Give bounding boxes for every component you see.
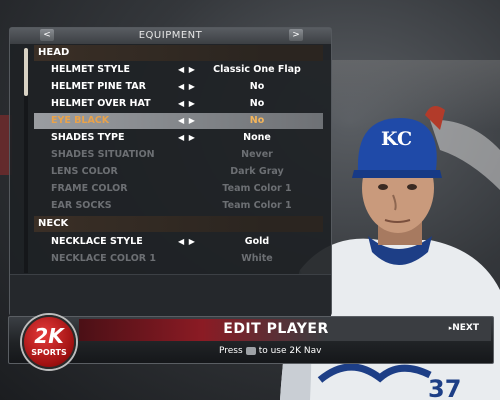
row-helmet-style[interactable]: HELMET STYLE ◀ ▶ Classic One Flap bbox=[34, 62, 323, 78]
row-value: Never bbox=[241, 149, 273, 160]
row-helmet-over-hat[interactable]: HELMET OVER HAT ◀ ▶ No bbox=[34, 96, 323, 112]
jersey-number: 37 bbox=[428, 375, 462, 400]
row-label: HELMET STYLE bbox=[51, 64, 130, 75]
row-helmet-pine-tar[interactable]: HELMET PINE TAR ◀ ▶ No bbox=[34, 79, 323, 95]
bottom-bar: EDIT PLAYER ▸NEXT Press to use 2K Nav bbox=[8, 316, 494, 364]
row-value: None bbox=[243, 132, 271, 143]
row-label: SHADES SITUATION bbox=[51, 149, 155, 160]
row-eye-black[interactable]: EYE BLACK ◀ ▶ No bbox=[34, 113, 323, 129]
scrollbar[interactable] bbox=[24, 48, 28, 273]
logo-sub: SPORTS bbox=[31, 348, 67, 357]
logo-brand: 2K bbox=[34, 324, 64, 348]
row-label: HELMET PINE TAR bbox=[51, 81, 146, 92]
row-label: NECKLACE STYLE bbox=[51, 236, 143, 247]
row-label: EAR SOCKS bbox=[51, 200, 112, 211]
panel-title: EQUIPMENT bbox=[138, 30, 203, 41]
cycle-arrows-icon[interactable]: ◀ ▶ bbox=[178, 96, 196, 112]
panel-footer bbox=[10, 274, 331, 316]
screen-title: EDIT PLAYER bbox=[223, 321, 329, 337]
equipment-panel: < EQUIPMENT > HEAD HELMET STYLE ◀ ▶ Clas… bbox=[9, 27, 332, 316]
next-category-button[interactable]: > bbox=[289, 29, 303, 41]
next-button[interactable]: ▸NEXT bbox=[449, 323, 479, 333]
row-value: Team Color 1 bbox=[222, 200, 292, 211]
hint-prefix: Press bbox=[219, 346, 243, 356]
2k-sports-logo: 2K SPORTS bbox=[22, 315, 76, 369]
row-necklace-style[interactable]: NECKLACE STYLE ◀ ▶ Gold bbox=[34, 234, 323, 250]
nav-hint: Press to use 2K Nav bbox=[219, 346, 321, 356]
cycle-arrows-icon[interactable]: ◀ ▶ bbox=[178, 113, 196, 129]
row-value: Dark Gray bbox=[230, 166, 284, 177]
row-shades-situation: SHADES SITUATION Never bbox=[34, 147, 323, 163]
row-necklace-color-1: NECKLACE COLOR 1 White bbox=[34, 251, 323, 267]
helmet-logo: KC bbox=[381, 128, 413, 150]
row-value: No bbox=[249, 115, 265, 126]
row-label: LENS COLOR bbox=[51, 166, 118, 177]
row-label: FRAME COLOR bbox=[51, 183, 128, 194]
cycle-arrows-icon[interactable]: ◀ ▶ bbox=[178, 130, 196, 146]
section-head: HEAD bbox=[34, 45, 323, 61]
row-value: Classic One Flap bbox=[213, 64, 301, 75]
row-ear-socks: EAR SOCKS Team Color 1 bbox=[34, 198, 323, 214]
row-value: Gold bbox=[244, 236, 270, 247]
cycle-arrows-icon[interactable]: ◀ ▶ bbox=[178, 62, 196, 78]
cycle-arrows-icon[interactable]: ◀ ▶ bbox=[178, 234, 196, 250]
row-value: Team Color 1 bbox=[222, 183, 292, 194]
row-label: HELMET OVER HAT bbox=[51, 98, 151, 109]
panel-header: < EQUIPMENT > bbox=[10, 28, 331, 44]
hint-suffix: to use 2K Nav bbox=[258, 346, 322, 356]
row-lens-color: LENS COLOR Dark Gray bbox=[34, 164, 323, 180]
row-value: White bbox=[241, 253, 273, 264]
row-value: No bbox=[249, 81, 265, 92]
cycle-arrows-icon[interactable]: ◀ ▶ bbox=[178, 79, 196, 95]
row-value: No bbox=[249, 98, 265, 109]
row-label: SHADES TYPE bbox=[51, 132, 125, 143]
row-shades-type[interactable]: SHADES TYPE ◀ ▶ None bbox=[34, 130, 323, 146]
scroll-thumb[interactable] bbox=[24, 48, 28, 96]
section-neck: NECK bbox=[34, 216, 323, 232]
row-frame-color: FRAME COLOR Team Color 1 bbox=[34, 181, 323, 197]
controller-button-icon bbox=[245, 346, 256, 355]
row-label: NECKLACE COLOR 1 bbox=[51, 253, 157, 264]
row-label: EYE BLACK bbox=[51, 115, 110, 126]
next-label: NEXT bbox=[452, 323, 479, 333]
